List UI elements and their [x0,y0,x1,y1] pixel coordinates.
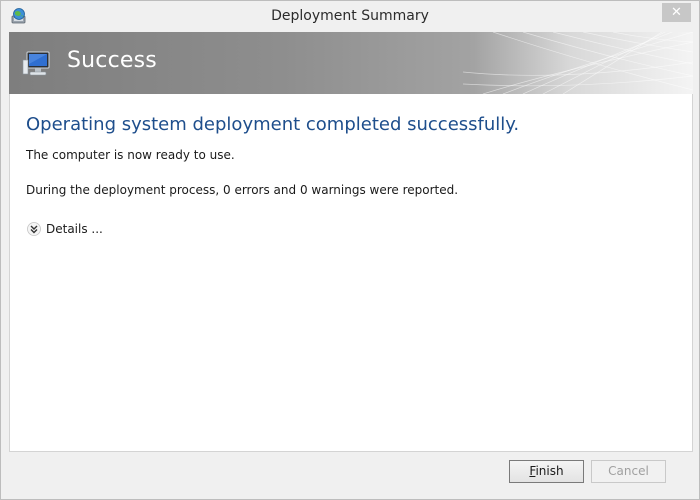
result-heading: Operating system deployment completed su… [26,114,520,135]
finish-label: inish [535,464,564,478]
ready-message: The computer is now ready to use. [26,148,235,162]
cancel-label: Cancel [608,464,649,478]
close-button[interactable]: ✕ [662,3,691,22]
double-chevron-down-icon [27,222,41,236]
report-message: During the deployment process, 0 errors … [26,183,459,197]
banner-wave-decoration [463,32,693,94]
details-expander[interactable]: Details ... [27,220,103,238]
computer-monitor-icon [22,51,50,76]
content-panel: Operating system deployment completed su… [9,94,693,452]
title-bar[interactable]: Deployment Summary ✕ [1,1,699,32]
cancel-button[interactable]: Cancel [591,460,666,483]
status-banner: Success [9,32,693,94]
deployment-summary-window: Deployment Summary ✕ Success Operating s… [0,0,700,500]
close-icon: ✕ [671,5,682,20]
window-title: Deployment Summary [271,8,429,24]
banner-title: Success [67,48,157,73]
details-label: Details ... [46,222,103,236]
finish-button[interactable]: Finish [509,460,584,483]
